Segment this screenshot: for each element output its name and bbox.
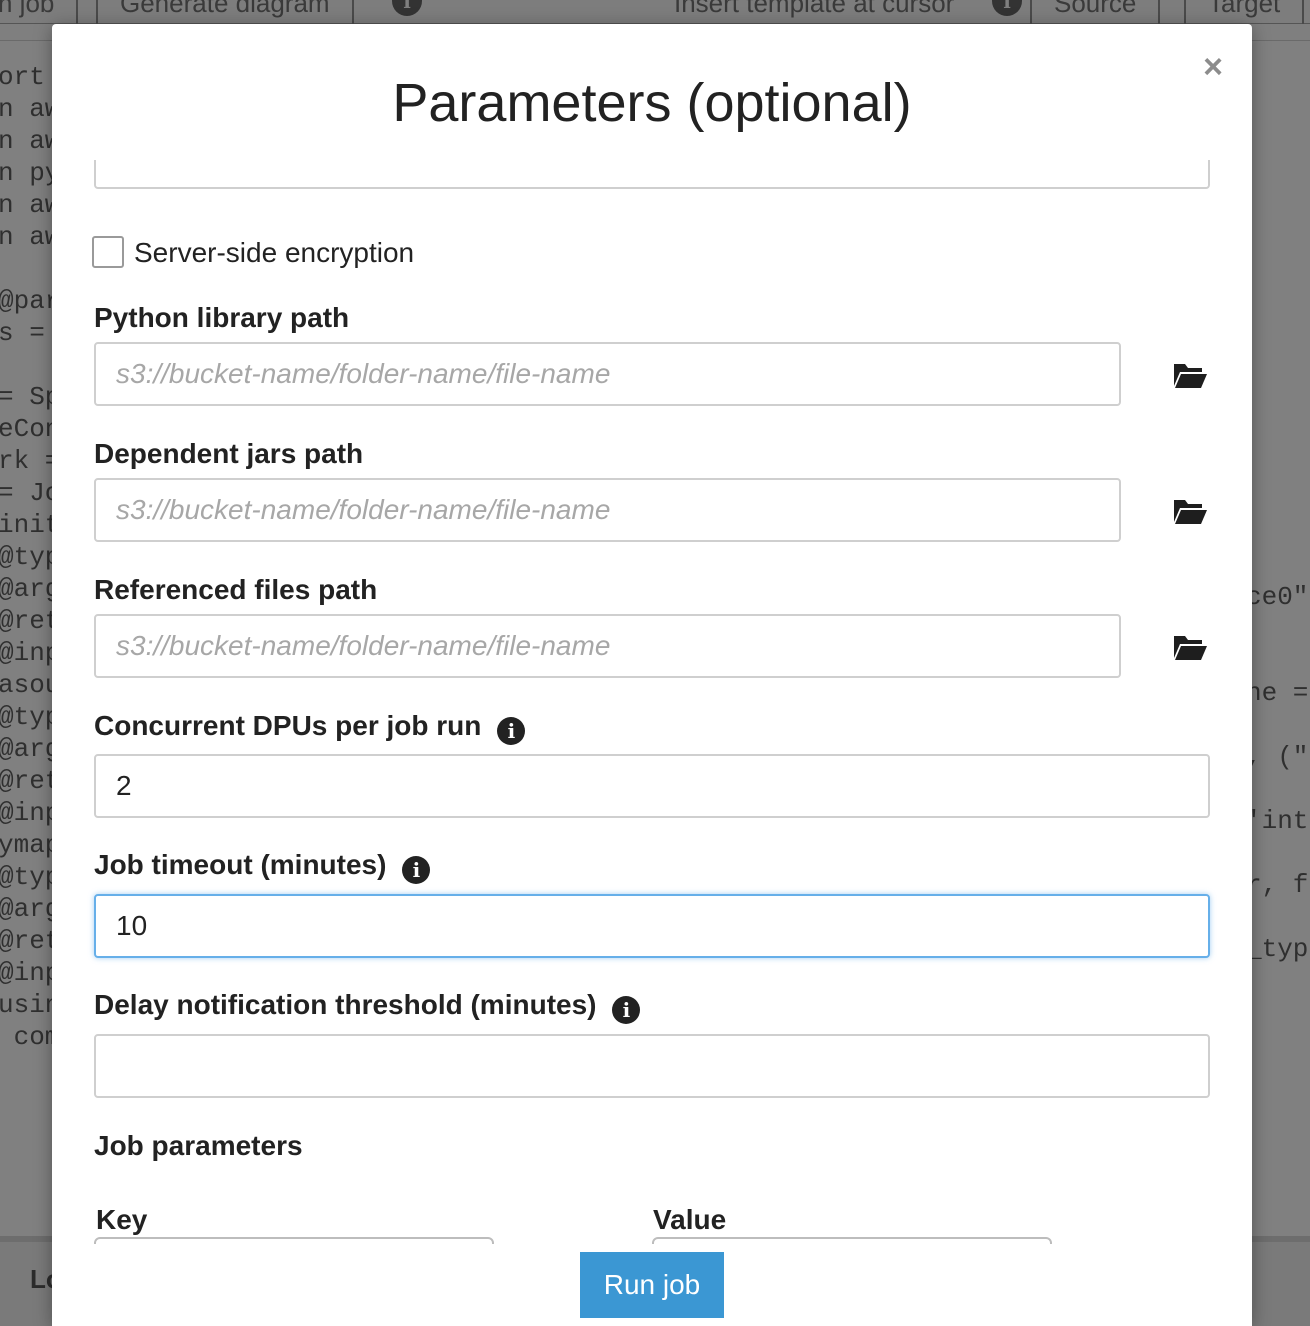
job-timeout-label: Job timeout (minutes) [94, 849, 387, 880]
insert-template-tab: Insert template at cursor [674, 0, 955, 18]
target-tab: Target [1184, 0, 1305, 24]
info-icon: i [392, 0, 422, 16]
folder-open-icon[interactable] [1172, 360, 1208, 390]
parameters-modal: Parameters (optional) × Server-side encr… [52, 24, 1252, 1326]
delay-notification-input[interactable] [94, 1034, 1210, 1098]
code-line: ce0"] [1246, 582, 1310, 612]
concurrent-dpus-label-row: Concurrent DPUs per job run i [94, 710, 526, 745]
job-parameter-value-input[interactable] [652, 1237, 1052, 1244]
run-job-tab: n job [0, 0, 79, 24]
delay-notification-label-row: Delay notification threshold (minutes) i [94, 989, 641, 1024]
delay-notification-label: Delay notification threshold (minutes) [94, 989, 597, 1020]
code-right-column: ce0"] ne = , ("b 'int' r, fo _type [1246, 581, 1310, 965]
modal-footer: Run job [52, 1244, 1252, 1326]
value-column-label: Value [653, 1204, 727, 1235]
generate-diagram-tab: Generate diagram [96, 0, 354, 24]
info-icon[interactable]: i [612, 996, 641, 1024]
concurrent-dpus-label: Concurrent DPUs per job run [94, 710, 482, 741]
dependent-jars-path-input[interactable] [94, 478, 1121, 542]
info-icon[interactable]: i [497, 717, 526, 745]
python-library-path-input[interactable] [94, 342, 1121, 406]
job-parameter-key-input[interactable] [94, 1237, 494, 1244]
scrolled-input-field[interactable] [94, 160, 1210, 189]
code-line: ne = [1246, 678, 1309, 708]
code-line: , ("b [1246, 742, 1310, 772]
modal-title: Parameters (optional) [392, 73, 912, 133]
job-timeout-input[interactable] [94, 894, 1210, 958]
info-icon[interactable]: i [402, 856, 431, 884]
folder-open-icon[interactable] [1172, 632, 1208, 662]
run-job-button[interactable]: Run job [580, 1252, 724, 1318]
folder-open-icon[interactable] [1172, 496, 1208, 526]
code-line: r, fo [1246, 870, 1310, 900]
concurrent-dpus-input[interactable] [94, 754, 1210, 818]
key-column-label: Key [96, 1204, 148, 1235]
job-timeout-label-row: Job timeout (minutes) i [94, 849, 431, 884]
referenced-files-path-label: Referenced files path [94, 574, 378, 605]
server-side-encryption-checkbox[interactable] [92, 236, 124, 268]
close-icon[interactable]: × [1198, 50, 1228, 84]
modal-scroll-area[interactable]: Server-side encryption Python library pa… [52, 160, 1252, 1244]
code-line: _type [1246, 934, 1310, 964]
dependent-jars-path-label: Dependent jars path [94, 438, 364, 469]
editor-toolbar: n job Generate diagram i Insert template… [0, 0, 1310, 24]
info-icon: i [992, 0, 1022, 16]
code-line: 'int' [1246, 806, 1310, 836]
source-tab: Source [1030, 0, 1161, 24]
python-library-path-label: Python library path [94, 302, 350, 333]
server-side-encryption-label: Server-side encryption [134, 237, 415, 268]
job-parameters-heading: Job parameters [94, 1130, 303, 1161]
referenced-files-path-input[interactable] [94, 614, 1121, 678]
